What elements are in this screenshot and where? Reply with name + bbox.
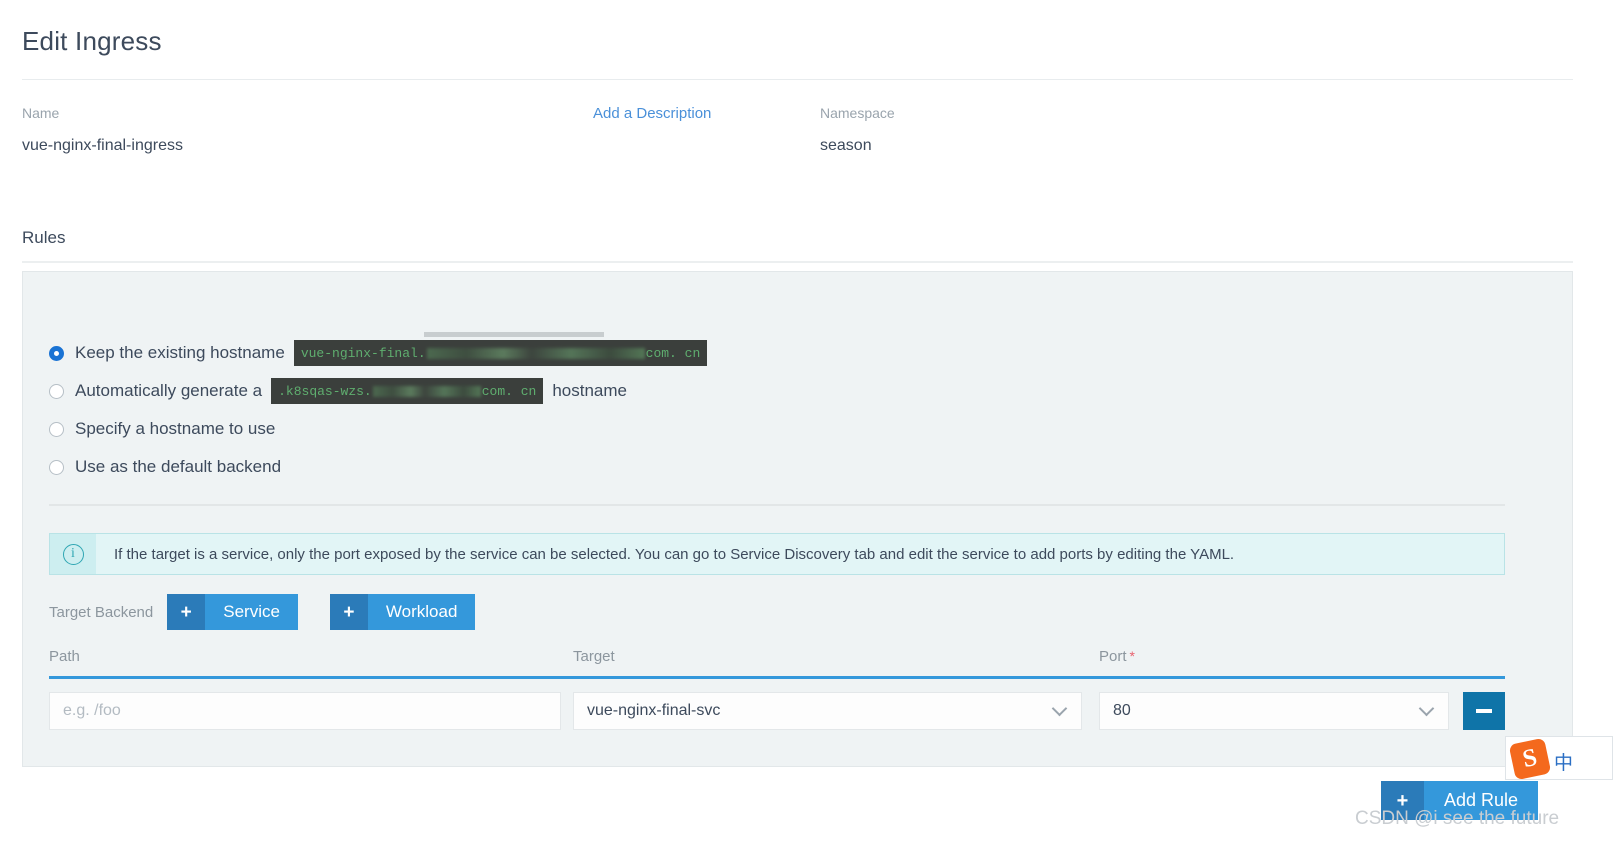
port-select-value: 80 xyxy=(1113,702,1131,719)
info-icon-container: i xyxy=(50,534,96,574)
radio-option-specify-hostname[interactable]: Specify a hostname to use xyxy=(49,410,716,448)
hostname-option-list: Keep the existing hostname vue-nginx-fin… xyxy=(49,332,716,486)
ingress-meta-row: Name vue-nginx-final-ingress Add a Descr… xyxy=(22,100,1573,180)
name-label: Name xyxy=(22,105,60,121)
csdn-watermark: CSDN @i see the future xyxy=(1355,808,1560,829)
radio-option-label: Use as the default backend xyxy=(75,457,282,476)
generated-hostname-chip: .k8sqas-wzs. com. cn xyxy=(271,378,544,404)
radio-button-icon[interactable] xyxy=(49,459,64,475)
generated-hostname-prefix: .k8sqas-wzs. xyxy=(278,383,372,399)
target-backend-label: Target Backend xyxy=(49,603,154,621)
rule-table-header-underline xyxy=(49,676,1505,679)
required-marker-icon: * xyxy=(1129,648,1135,664)
remove-rule-row-button[interactable] xyxy=(1463,692,1505,730)
radio-option-keep-existing-hostname[interactable]: Keep the existing hostname vue-nginx-fin… xyxy=(49,332,716,372)
target-backend-row: Target Backend + Service + Workload xyxy=(49,594,507,630)
redacted-hostname-segment xyxy=(372,385,481,397)
rules-section-divider xyxy=(22,261,1573,263)
radio-option-auto-generate-hostname[interactable]: Automatically generate a .k8sqas-wzs. co… xyxy=(49,372,716,410)
chevron-down-icon xyxy=(1054,703,1067,716)
page-title: Edit Ingress xyxy=(22,26,162,56)
radio-button-icon[interactable] xyxy=(49,383,64,399)
panel-inner-divider xyxy=(49,504,1505,506)
add-description-link[interactable]: Add a Description xyxy=(593,105,711,122)
namespace-field-group: Namespace season xyxy=(820,105,895,155)
radio-option-suffix-label: hostname xyxy=(552,381,628,400)
radio-option-label: Specify a hostname to use xyxy=(75,419,276,438)
info-banner: i If the target is a service, only the p… xyxy=(49,533,1505,575)
plus-icon: + xyxy=(329,594,368,630)
existing-hostname-chip: vue-nginx-final. com. cn xyxy=(293,332,708,366)
chevron-down-icon xyxy=(1421,703,1434,716)
rules-panel: Keep the existing hostname vue-nginx-fin… xyxy=(22,271,1573,767)
info-circle-icon: i xyxy=(62,543,84,565)
minus-icon xyxy=(1476,709,1492,713)
namespace-value: season xyxy=(820,137,872,154)
column-header-port: Port * xyxy=(1099,648,1135,665)
ime-language-mode-icon[interactable]: 中 xyxy=(1554,748,1573,775)
radio-button-icon[interactable] xyxy=(49,345,64,361)
path-input-placeholder: e.g. /foo xyxy=(63,702,121,719)
port-select[interactable]: 80 xyxy=(1099,692,1449,730)
info-banner-text: If the target is a service, only the por… xyxy=(114,545,1235,563)
existing-hostname-suffix: com. cn xyxy=(645,345,701,361)
column-header-path: Path xyxy=(49,648,80,665)
plus-icon: + xyxy=(167,594,206,630)
radio-option-label: Keep the existing hostname xyxy=(75,343,285,362)
selection-artifact-bar xyxy=(423,332,604,337)
target-select-value: vue-nginx-final-svc xyxy=(587,702,721,719)
name-value: vue-nginx-final-ingress xyxy=(22,137,183,154)
namespace-label: Namespace xyxy=(820,105,895,121)
radio-button-icon[interactable] xyxy=(49,421,64,437)
generated-hostname-suffix: com. cn xyxy=(481,383,537,399)
column-header-port-text: Port xyxy=(1099,648,1127,665)
radio-option-default-backend[interactable]: Use as the default backend xyxy=(49,448,716,486)
target-select[interactable]: vue-nginx-final-svc xyxy=(573,692,1082,730)
rules-section-title: Rules xyxy=(22,228,66,247)
existing-hostname-prefix: vue-nginx-final. xyxy=(300,345,426,361)
redacted-hostname-segment xyxy=(426,347,645,359)
path-input[interactable]: e.g. /foo xyxy=(49,692,561,730)
rule-table-header: Path Target Port * xyxy=(49,648,1505,670)
header-divider xyxy=(22,79,1573,80)
add-service-button-label: Service xyxy=(205,594,298,630)
add-workload-button-label: Workload xyxy=(367,594,476,630)
radio-option-label: Automatically generate a xyxy=(75,381,263,400)
add-service-button[interactable]: + Service xyxy=(167,594,298,630)
add-workload-button[interactable]: + Workload xyxy=(329,594,476,630)
sogou-logo-icon: S xyxy=(1508,737,1552,781)
sogou-ime-widget[interactable]: S 中 xyxy=(1505,736,1613,781)
name-field-group: Name vue-nginx-final-ingress xyxy=(22,105,183,155)
column-header-target: Target xyxy=(573,648,615,665)
